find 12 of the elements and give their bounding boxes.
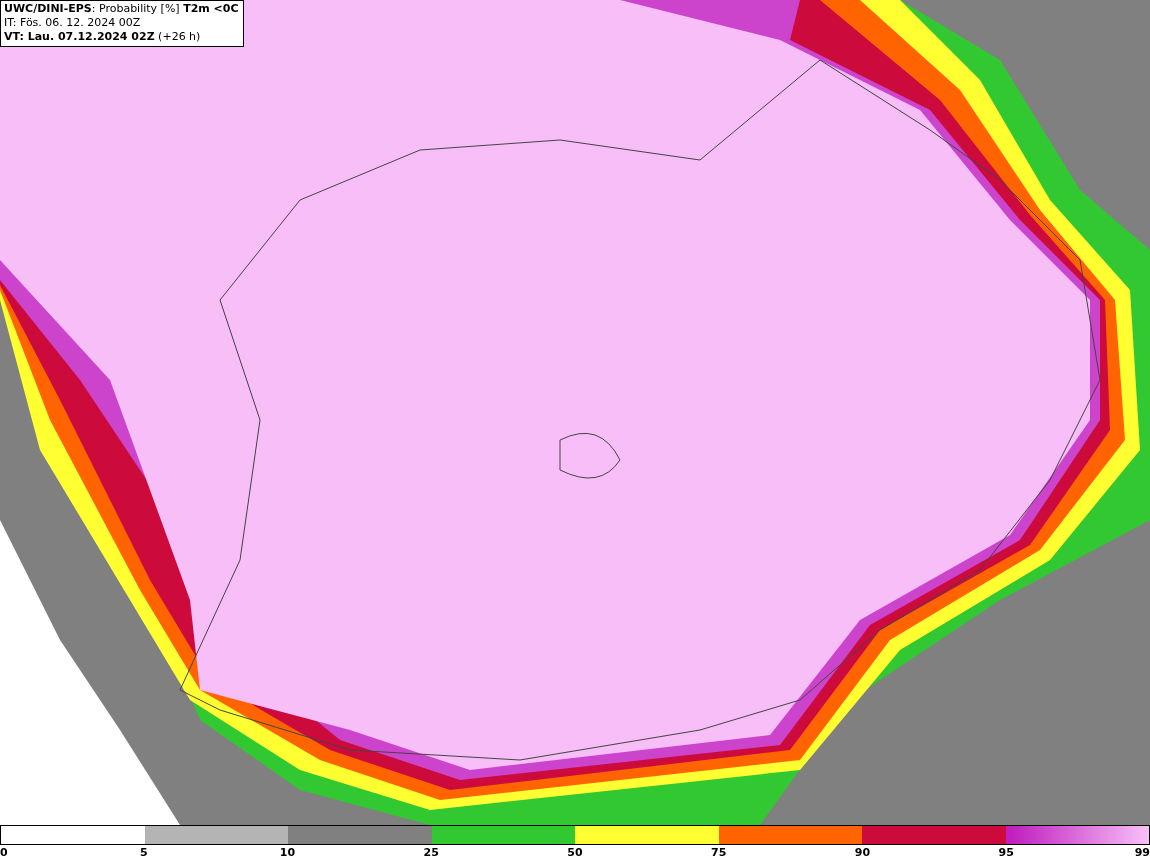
- scale-label: 95: [998, 846, 1014, 860]
- scale-label: 5: [139, 846, 148, 860]
- scale-label: 0: [0, 846, 8, 860]
- scale-label: 25: [423, 846, 439, 860]
- scale-label: 10: [279, 846, 296, 860]
- header-line: VT: Lau. 07.12.2024 02Z (+26 h): [4, 30, 202, 44]
- scale-label: 99: [1134, 846, 1150, 860]
- scale-label: 50: [567, 846, 583, 860]
- scale-label: 75: [711, 846, 727, 860]
- scale-label: 90: [854, 846, 871, 860]
- header-line: IT: Fös. 06. 12. 2024 00Z: [4, 16, 142, 30]
- header-line: UWC/DINI-EPS: Probability [%] T2m <0C: [4, 2, 239, 16]
